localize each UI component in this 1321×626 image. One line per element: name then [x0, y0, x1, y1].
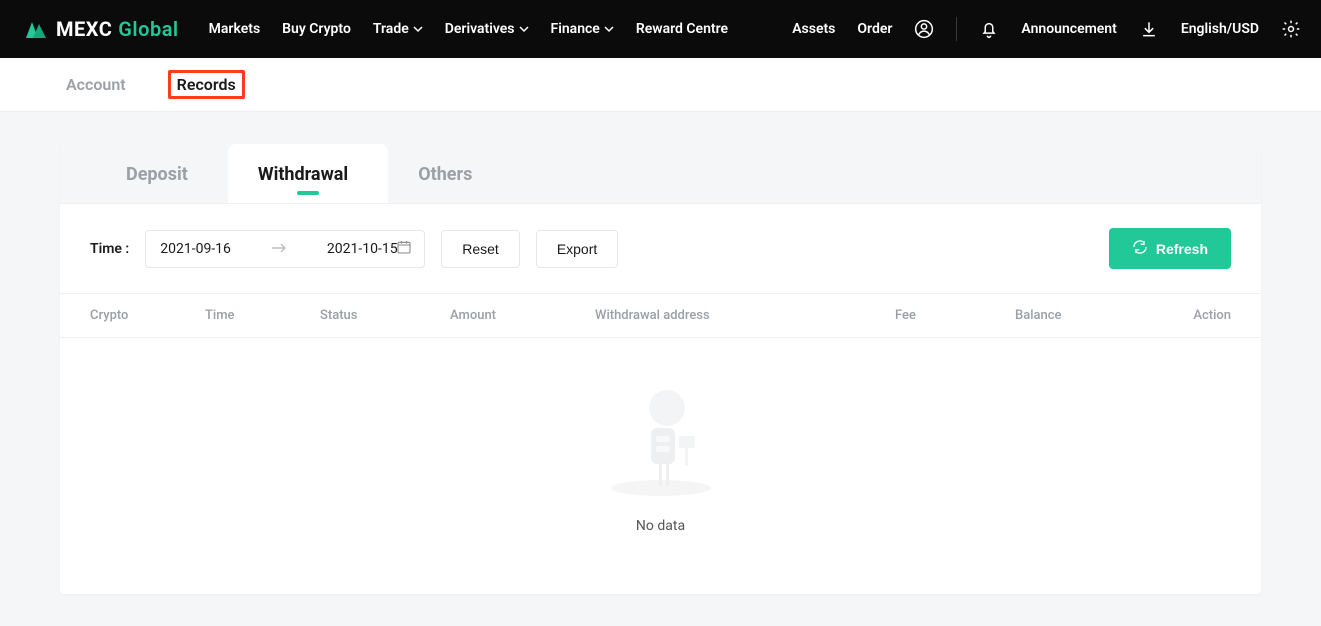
- export-button[interactable]: Export: [536, 230, 618, 268]
- top-nav: MEXC Global Markets Buy Crypto Trade Der…: [0, 0, 1321, 58]
- nav-label: Derivatives: [445, 21, 515, 37]
- nav-links: Markets Buy Crypto Trade Derivatives Fin…: [209, 21, 728, 37]
- chevron-down-icon: [413, 24, 423, 34]
- bell-icon[interactable]: [979, 19, 999, 39]
- record-type-tabs: Deposit Withdrawal Others: [60, 144, 1261, 204]
- gear-icon[interactable]: [1281, 19, 1301, 39]
- th-status: Status: [320, 308, 450, 323]
- empty-text: No data: [636, 518, 685, 534]
- nav-order[interactable]: Order: [857, 21, 892, 37]
- th-action: Action: [1165, 308, 1231, 323]
- logo-mark-icon: [20, 18, 50, 40]
- nav-assets[interactable]: Assets: [792, 21, 835, 37]
- refresh-label: Refresh: [1156, 241, 1208, 257]
- tab-withdrawal[interactable]: Withdrawal: [228, 144, 388, 203]
- user-icon[interactable]: [914, 19, 934, 39]
- th-balance: Balance: [1015, 308, 1165, 323]
- th-address: Withdrawal address: [595, 308, 895, 323]
- empty-state: No data: [60, 338, 1261, 594]
- date-range-picker[interactable]: 2021-09-16 2021-10-15: [145, 230, 425, 268]
- date-to: 2021-10-15: [327, 241, 398, 257]
- chevron-down-icon: [519, 24, 529, 34]
- time-label: Time :: [90, 241, 129, 257]
- nav-right: Assets Order Announcement English/USD: [792, 17, 1301, 41]
- logo-text: MEXC: [56, 17, 112, 41]
- tab-deposit[interactable]: Deposit: [96, 144, 228, 203]
- nav-label: Reward Centre: [636, 21, 728, 37]
- refresh-icon: [1132, 239, 1148, 258]
- date-from: 2021-09-16: [160, 241, 231, 257]
- tab-account[interactable]: Account: [60, 71, 132, 98]
- tab-records[interactable]: Records: [168, 70, 245, 99]
- nav-reward-centre[interactable]: Reward Centre: [636, 21, 728, 37]
- reset-button[interactable]: Reset: [441, 230, 520, 268]
- table-header: Crypto Time Status Amount Withdrawal add…: [60, 293, 1261, 338]
- section-tabs: Account Records: [0, 58, 1321, 112]
- nav-trade[interactable]: Trade: [373, 21, 423, 37]
- main-container: Deposit Withdrawal Others Time : 2021-09…: [0, 112, 1321, 626]
- nav-label: Finance: [551, 21, 600, 37]
- nav-label: Markets: [209, 21, 261, 37]
- calendar-icon: [396, 239, 412, 259]
- nav-announcement[interactable]: Announcement: [1021, 21, 1116, 37]
- nav-buy-crypto[interactable]: Buy Crypto: [282, 21, 351, 37]
- refresh-button[interactable]: Refresh: [1109, 228, 1231, 269]
- logo-suffix: Global: [118, 17, 178, 41]
- arrow-right-icon: [271, 241, 287, 257]
- chevron-down-icon: [604, 24, 614, 34]
- nav-derivatives[interactable]: Derivatives: [445, 21, 529, 37]
- th-amount: Amount: [450, 308, 595, 323]
- download-icon[interactable]: [1139, 19, 1159, 39]
- th-fee: Fee: [895, 308, 1015, 323]
- tab-others[interactable]: Others: [388, 144, 512, 203]
- empty-illustration-icon: [601, 388, 721, 498]
- nav-markets[interactable]: Markets: [209, 21, 261, 37]
- logo[interactable]: MEXC Global: [20, 17, 179, 41]
- th-time: Time: [205, 308, 320, 323]
- nav-finance[interactable]: Finance: [551, 21, 614, 37]
- records-card: Deposit Withdrawal Others Time : 2021-09…: [60, 144, 1261, 594]
- nav-locale[interactable]: English/USD: [1181, 21, 1259, 37]
- nav-label: Buy Crypto: [282, 21, 351, 37]
- nav-label: Trade: [373, 21, 409, 37]
- th-crypto: Crypto: [90, 308, 205, 323]
- divider: [956, 17, 957, 41]
- filters-row: Time : 2021-09-16 2021-10-15 Reset Expor…: [60, 204, 1261, 293]
